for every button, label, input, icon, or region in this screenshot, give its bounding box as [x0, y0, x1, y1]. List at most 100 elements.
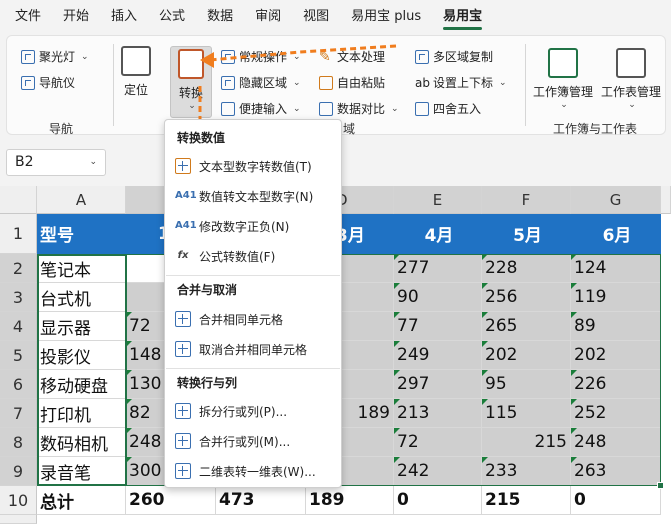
sheet-manager-button[interactable]: 工作表管理 ⌄: [601, 48, 661, 110]
cell-f9[interactable]: 233: [482, 457, 571, 486]
cell-a4[interactable]: 显示器: [37, 312, 126, 341]
cell-a1[interactable]: 型号: [37, 214, 126, 254]
tab-file[interactable]: 文件: [4, 5, 52, 33]
cell-e8[interactable]: 72: [394, 428, 482, 457]
cell-a2[interactable]: 笔记本: [37, 254, 126, 283]
tab-easyuse[interactable]: 易用宝: [432, 5, 493, 33]
cell-a7[interactable]: 打印机: [37, 399, 126, 428]
column-header-f[interactable]: F: [482, 186, 571, 214]
column-header-e[interactable]: E: [394, 186, 482, 214]
cell-f7[interactable]: 115: [482, 399, 571, 428]
menu-item-change-sign[interactable]: A41 修改数字正负(N): [175, 215, 335, 237]
convert-button-content[interactable]: 转换 ⌄: [171, 49, 211, 111]
cell-e5[interactable]: 249: [394, 341, 482, 370]
menu-item-formula-to-value[interactable]: fx 公式转数值(F): [175, 245, 335, 267]
tab-data[interactable]: 数据: [196, 5, 244, 33]
menu-divider: [166, 275, 340, 276]
row-header-8[interactable]: 8: [0, 428, 37, 457]
cell-e7[interactable]: 213: [394, 399, 482, 428]
cell-e6[interactable]: 297: [394, 370, 482, 399]
row-header-5[interactable]: 5: [0, 341, 37, 370]
tab-review[interactable]: 审阅: [244, 5, 292, 33]
tab-insert[interactable]: 插入: [100, 5, 148, 33]
menu-item-number-to-text[interactable]: A41 数值转文本型数字(N): [175, 185, 335, 207]
tab-view[interactable]: 视图: [292, 5, 340, 33]
row-header-1[interactable]: 1: [0, 214, 37, 254]
select-all-corner[interactable]: [0, 186, 37, 214]
cell-g9[interactable]: 263: [571, 457, 661, 486]
data-compare-button[interactable]: 数据对比 ⌄: [319, 100, 399, 117]
menu-item-merge-same-cells[interactable]: 合并相同单元格: [175, 308, 335, 330]
menu-item-2d-to-1d-table[interactable]: 二维表转一维表(W)...: [175, 460, 335, 482]
cell-g6[interactable]: 226: [571, 370, 661, 399]
menu-item-text-to-number[interactable]: 文本型数字转数值(T): [175, 155, 335, 177]
cell-g4[interactable]: 89: [571, 312, 661, 341]
text-process-button[interactable]: ✎ 文本处理: [319, 48, 385, 65]
round-button[interactable]: 四舍五入: [415, 100, 481, 117]
superscript-icon: ab: [415, 75, 430, 90]
menu-item-merge-rows-columns[interactable]: 合并行或列(M)...: [175, 430, 335, 452]
column-header-a[interactable]: A: [37, 186, 126, 214]
cell-e10[interactable]: 0: [394, 486, 482, 515]
cell-e2[interactable]: 277: [394, 254, 482, 283]
row-header-11[interactable]: [0, 515, 37, 524]
cell-e9[interactable]: 242: [394, 457, 482, 486]
convert-dropdown-menu: 转换数值 文本型数字转数值(T) A41 数值转文本型数字(N) A41 修改数…: [164, 119, 342, 488]
cell-f4[interactable]: 265: [482, 312, 571, 341]
cell-g3[interactable]: 119: [571, 283, 661, 312]
cell-f10[interactable]: 215: [482, 486, 571, 515]
cell-f5[interactable]: 202: [482, 341, 571, 370]
cell-f3[interactable]: 256: [482, 283, 571, 312]
tab-easyuse-plus[interactable]: 易用宝 plus: [340, 5, 432, 33]
hide-area-button[interactable]: 隐藏区域 ⌄: [221, 74, 301, 91]
cell-g8[interactable]: 248: [571, 428, 661, 457]
cell-f6[interactable]: 95: [482, 370, 571, 399]
cell-d10[interactable]: 189: [306, 486, 394, 515]
cell-e3[interactable]: 90: [394, 283, 482, 312]
navigator-button[interactable]: 导航仪: [21, 74, 75, 91]
cell-a6[interactable]: 移动硬盘: [37, 370, 126, 399]
column-header-h[interactable]: [661, 186, 671, 214]
row-header-6[interactable]: 6: [0, 370, 37, 399]
row-header-3[interactable]: 3: [0, 283, 37, 312]
general-ops-icon: [221, 49, 235, 64]
cell-g1[interactable]: 6月: [571, 214, 661, 254]
cell-f1[interactable]: 5月: [482, 214, 571, 254]
multi-copy-button[interactable]: 多区域复制: [415, 48, 493, 65]
row-header-10[interactable]: 10: [0, 486, 37, 515]
cell-a3[interactable]: 台式机: [37, 283, 126, 312]
workbook-manager-button[interactable]: 工作簿管理 ⌄: [533, 48, 593, 110]
cell-b10[interactable]: 260: [126, 486, 216, 515]
name-box[interactable]: B2 ⌄: [6, 149, 106, 176]
general-ops-button[interactable]: 常规操作 ⌄: [221, 48, 301, 65]
quick-input-button[interactable]: 便捷输入 ⌄: [221, 100, 301, 117]
locate-button[interactable]: 定位: [121, 46, 151, 98]
cell-g10[interactable]: 0: [571, 486, 661, 515]
cell-f8[interactable]: 215: [482, 428, 571, 457]
row-header-4[interactable]: 4: [0, 312, 37, 341]
tab-home[interactable]: 开始: [52, 5, 100, 33]
cell-e4[interactable]: 77: [394, 312, 482, 341]
spotlight-button[interactable]: 聚光灯 ⌄: [21, 48, 89, 65]
cell-a10[interactable]: 总计: [37, 486, 126, 515]
cell-c10[interactable]: 473: [216, 486, 306, 515]
cell-a9[interactable]: 录音笔: [37, 457, 126, 486]
row-header-7[interactable]: 7: [0, 399, 37, 428]
cell-a8[interactable]: 数码相机: [37, 428, 126, 457]
cell-g7[interactable]: 252: [571, 399, 661, 428]
menu-item-unmerge-same-cells[interactable]: 取消合并相同单元格: [175, 338, 335, 360]
cell-a5[interactable]: 投影仪: [37, 341, 126, 370]
row-header-2[interactable]: 2: [0, 254, 37, 283]
menu-item-split-rows-columns[interactable]: 拆分行或列(P)...: [175, 400, 335, 422]
text-to-number-icon: [175, 158, 191, 174]
superscript-button[interactable]: ab 设置上下标 ⌄: [415, 74, 507, 91]
cell-g5[interactable]: 202: [571, 341, 661, 370]
tab-formulas[interactable]: 公式: [148, 5, 196, 33]
cell-g2[interactable]: 124: [571, 254, 661, 283]
column-header-g[interactable]: G: [571, 186, 661, 214]
row-header-9[interactable]: 9: [0, 457, 37, 486]
free-paste-button[interactable]: 自由粘贴: [319, 74, 385, 91]
cell-f2[interactable]: 228: [482, 254, 571, 283]
fill-handle[interactable]: [657, 482, 664, 489]
cell-e1[interactable]: 4月: [394, 214, 482, 254]
